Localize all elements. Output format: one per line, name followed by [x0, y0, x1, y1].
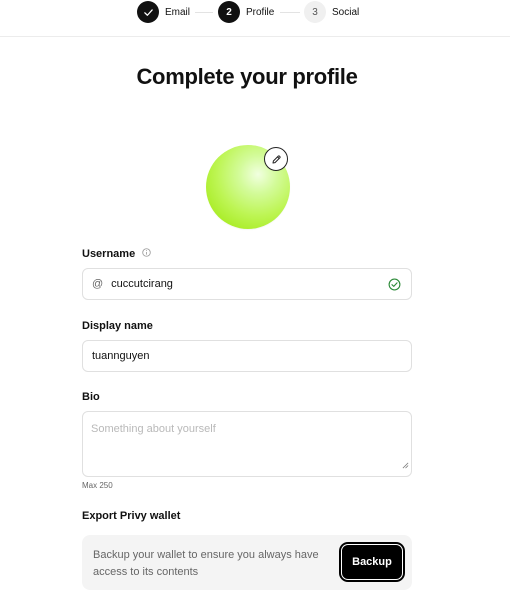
step-profile[interactable]: 2 Profile: [218, 1, 274, 23]
bio-label: Bio: [82, 391, 100, 403]
check-circle-icon: [388, 278, 401, 291]
step-profile-label: Profile: [246, 6, 275, 18]
username-label: Username: [82, 248, 151, 260]
display-name-value: tuannguyen: [92, 350, 150, 362]
step-connector: [195, 12, 213, 13]
step-profile-number: 2: [218, 1, 240, 23]
display-name-input[interactable]: tuannguyen: [82, 340, 412, 372]
pencil-icon: [272, 154, 281, 163]
step-social[interactable]: 3 Social: [304, 1, 359, 23]
step-email[interactable]: Email: [137, 1, 190, 23]
step-connector: [280, 12, 300, 13]
bio-char-limit: Max 250: [82, 481, 113, 490]
backup-description: Backup your wallet to ensure you always …: [93, 549, 319, 578]
username-value: cuccutcirang: [111, 278, 173, 290]
step-email-label: Email: [165, 6, 191, 18]
step-email-circle: [137, 1, 159, 23]
display-name-label: Display name: [82, 320, 153, 332]
username-label-text: Username: [82, 248, 136, 260]
backup-card: Backup your wallet to ensure you always …: [82, 535, 412, 590]
resize-grip-icon[interactable]: [402, 456, 409, 474]
step-social-label: Social: [332, 6, 360, 18]
bio-placeholder: Something about yourself: [91, 423, 216, 435]
checkmark-icon: [143, 8, 153, 16]
avatar-edit-button[interactable]: [264, 147, 288, 171]
at-prefix: @: [92, 278, 104, 290]
page-title: Complete your profile: [136, 64, 358, 89]
username-input[interactable]: @ cuccutcirang: [82, 268, 412, 300]
backup-button[interactable]: Backup: [341, 544, 403, 580]
stepper-bar: Email 2 Profile 3 Social: [0, 0, 510, 37]
info-icon[interactable]: [142, 248, 151, 260]
step-social-number: 3: [304, 1, 326, 23]
bio-textarea[interactable]: Something about yourself: [82, 411, 412, 477]
export-wallet-label: Export Privy wallet: [82, 510, 181, 522]
